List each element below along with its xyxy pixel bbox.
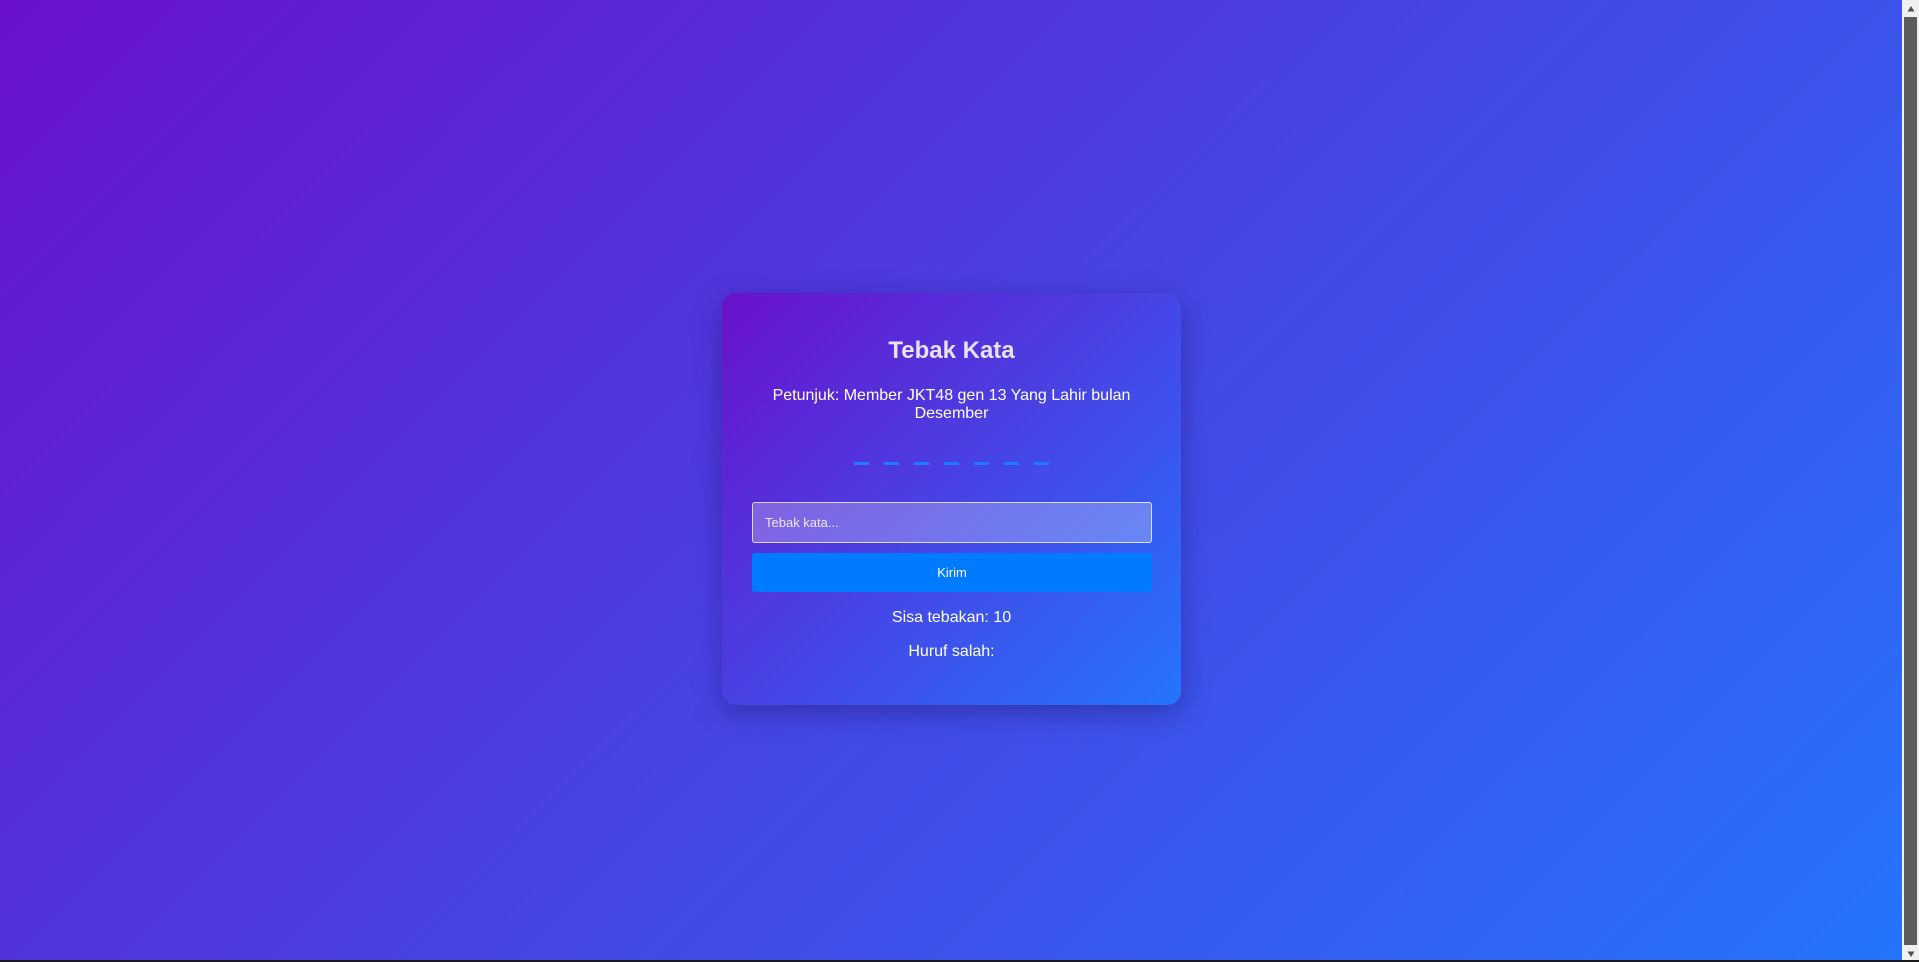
scroll-up-icon[interactable] — [1902, 0, 1919, 17]
remaining-label: Sisa tebakan: — [891, 609, 989, 626]
wrong-letters-label: Huruf salah: — [908, 643, 995, 660]
letter-blank — [854, 462, 869, 465]
vertical-scrollbar[interactable] — [1902, 0, 1919, 962]
guess-input[interactable] — [752, 502, 1152, 543]
game-title: Tebak Kata — [888, 337, 1015, 364]
letter-blank — [914, 462, 929, 465]
remaining-count: 10 — [993, 609, 1012, 626]
wrong-letters: Huruf salah: — [722, 643, 1181, 661]
game-card: Tebak Kata Petunjuk: Member JKT48 gen 13… — [722, 293, 1181, 705]
page-background: Tebak Kata Petunjuk: Member JKT48 gen 13… — [0, 0, 1902, 962]
word-blanks — [722, 461, 1181, 467]
letter-blank — [974, 462, 989, 465]
submit-button[interactable]: Kirim — [752, 553, 1152, 592]
letter-blank — [1034, 462, 1049, 465]
letter-blank — [1004, 462, 1019, 465]
hint-text: Petunjuk: Member JKT48 gen 13 Yang Lahir… — [772, 387, 1131, 422]
remaining-guesses: Sisa tebakan: 10 — [722, 609, 1181, 627]
scroll-thumb[interactable] — [1904, 17, 1917, 945]
letter-blank — [884, 462, 899, 465]
letter-blank — [944, 462, 959, 465]
